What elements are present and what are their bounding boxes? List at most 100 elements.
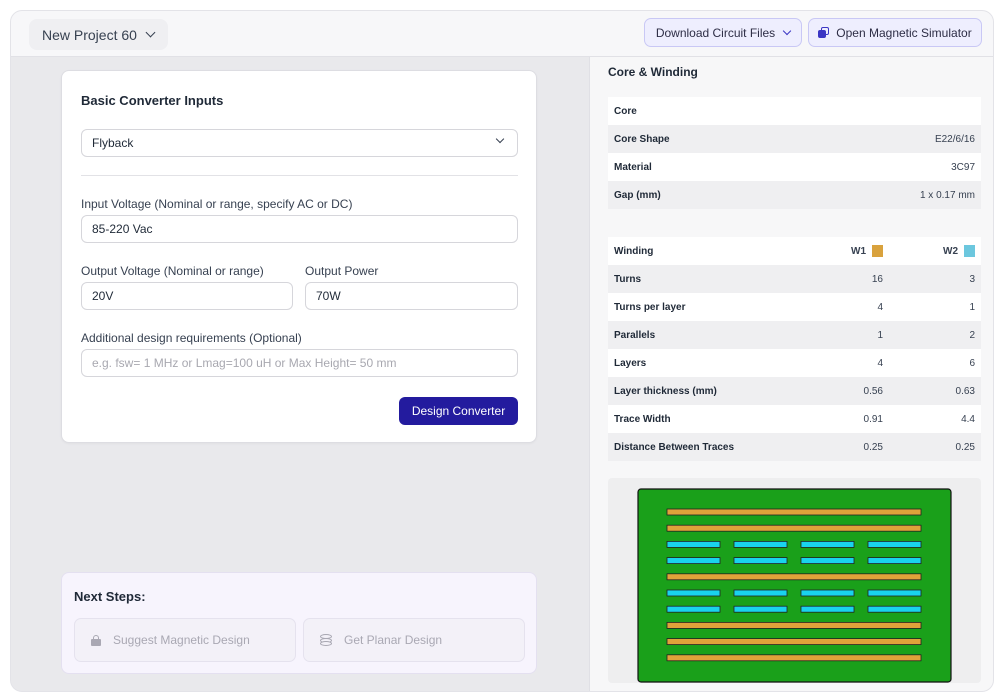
w1-trace: [666, 524, 922, 532]
w1-trace: [666, 638, 922, 646]
row-label: Distance Between Traces: [614, 441, 735, 453]
app-window: New Project 60 Download Circuit Files Op…: [10, 10, 994, 692]
w2-value: 6: [969, 357, 975, 369]
w1-trace: [666, 654, 922, 662]
w1-value: 0.25: [863, 441, 883, 453]
left-panel: Basic Converter Inputs Flyback Input Vol…: [11, 57, 589, 691]
w2-trace: [800, 605, 855, 613]
w1-value: 0.91: [863, 413, 883, 425]
core-winding-title: Core & Winding: [608, 65, 698, 79]
row-label: Turns: [614, 273, 642, 285]
row-label: Gap (mm): [614, 189, 661, 201]
w2-trace: [666, 557, 721, 564]
winding-cross-section: [608, 478, 981, 683]
download-circuit-files-button[interactable]: Download Circuit Files: [644, 18, 802, 47]
w2-trace: [666, 589, 721, 597]
table-row: Parallels 1 2: [608, 321, 981, 349]
table-row: Turns per layer 4 1: [608, 293, 981, 321]
output-voltage-field[interactable]: 20V: [81, 282, 293, 310]
w2-trace: [733, 541, 788, 548]
additional-requirements-input[interactable]: e.g. fsw= 1 MHz or Lmag=100 uH or Max He…: [81, 349, 518, 377]
next-steps-panel: Next Steps: Suggest Magnetic Design Get …: [61, 572, 537, 674]
w2-value: 2: [969, 329, 975, 341]
w1-value: 1: [877, 329, 883, 341]
download-label: Download Circuit Files: [655, 25, 776, 40]
weight-icon: [91, 634, 101, 646]
chevron-down-icon: [145, 27, 156, 38]
topology-select[interactable]: Flyback: [81, 129, 518, 157]
layers-icon: [320, 634, 332, 646]
suggest-magnetic-design-button[interactable]: Suggest Magnetic Design: [74, 618, 296, 662]
w1-trace: [666, 573, 922, 581]
table-header: Winding W1 W2: [608, 237, 981, 265]
output-power-value: 70W: [316, 289, 341, 303]
w2-trace: [733, 589, 788, 597]
chevron-down-icon: [782, 26, 792, 35]
w2-trace: [733, 605, 788, 613]
next-steps-title: Next Steps:: [74, 589, 146, 604]
table-row: Gap (mm) 1 x 0.17 mm: [608, 181, 981, 209]
w2-trace: [867, 605, 922, 613]
w2-value: 3: [969, 273, 975, 285]
project-label: New Project 60: [42, 26, 137, 43]
core-winding-panel: Core & Winding Core Core Shape E22/6/16 …: [589, 57, 993, 691]
w1-trace: [666, 621, 922, 629]
row-value: E22/6/16: [934, 133, 975, 145]
row-label: Parallels: [614, 329, 656, 341]
w2-value: 0.25: [955, 441, 975, 453]
input-voltage-value: 85-220 Vac: [92, 222, 153, 236]
input-voltage-label: Input Voltage (Nominal or range, specify…: [81, 197, 353, 211]
w2-trace: [867, 557, 922, 564]
w2-trace: [800, 541, 855, 548]
table-row: Trace Width 0.91 4.4: [608, 405, 981, 433]
row-label: Layers: [614, 357, 647, 369]
output-power-label: Output Power: [305, 264, 379, 278]
w2-value: 4.4: [961, 413, 975, 425]
simulator-label: Open Magnetic Simulator: [836, 25, 972, 40]
w2-trace: [867, 589, 922, 597]
core-table: Core Core Shape E22/6/16 Material 3C97 G…: [608, 97, 981, 209]
divider: [81, 175, 518, 176]
row-label: Layer thickness (mm): [614, 385, 717, 397]
w2-trace: [733, 557, 788, 564]
converter-inputs-card: Basic Converter Inputs Flyback Input Vol…: [61, 70, 537, 443]
table-row: Layers 4 6: [608, 349, 981, 377]
table-row: Material 3C97: [608, 153, 981, 181]
w2-color-swatch: [964, 245, 975, 257]
core-header: Core: [614, 105, 637, 117]
row-value: 1 x 0.17 mm: [919, 189, 975, 201]
additional-requirements-placeholder: e.g. fsw= 1 MHz or Lmag=100 uH or Max He…: [92, 356, 397, 370]
w2-value: 1: [969, 301, 975, 313]
winding-header: Winding: [614, 245, 654, 257]
w1-trace: [666, 508, 922, 516]
w1-label: W1: [851, 245, 866, 257]
table-row: Distance Between Traces 0.25 0.25: [608, 433, 981, 461]
row-label: Turns per layer: [614, 301, 686, 313]
winding-table: Winding W1 W2 Turns 16 3 Turns per layer…: [608, 237, 981, 461]
table-row: Layer thickness (mm) 0.56 0.63: [608, 377, 981, 405]
w1-value: 4: [877, 301, 883, 313]
w2-trace: [666, 605, 721, 613]
w1-value: 16: [871, 273, 883, 285]
design-converter-button[interactable]: Design Converter: [399, 397, 518, 425]
input-voltage-field[interactable]: 85-220 Vac: [81, 215, 518, 243]
open-magnetic-simulator-button[interactable]: Open Magnetic Simulator: [808, 18, 982, 47]
w2-value: 0.63: [955, 385, 975, 397]
row-value: 3C97: [951, 161, 975, 173]
copy-icon: [818, 27, 830, 38]
w1-value: 4: [877, 357, 883, 369]
row-label: Material: [614, 161, 652, 173]
winding-diagram: [637, 488, 952, 683]
table-row: Turns 16 3: [608, 265, 981, 293]
w1-color-swatch: [872, 245, 883, 257]
board-outline: [637, 488, 952, 683]
w1-value: 0.56: [863, 385, 883, 397]
project-selector[interactable]: New Project 60: [29, 19, 168, 50]
planar-label: Get Planar Design: [344, 633, 443, 647]
top-bar: New Project 60 Download Circuit Files Op…: [11, 11, 993, 57]
w2-trace: [666, 541, 721, 548]
w2-trace: [867, 541, 922, 548]
output-power-field[interactable]: 70W: [305, 282, 518, 310]
get-planar-design-button[interactable]: Get Planar Design: [303, 618, 525, 662]
table-header: Core: [608, 97, 981, 125]
